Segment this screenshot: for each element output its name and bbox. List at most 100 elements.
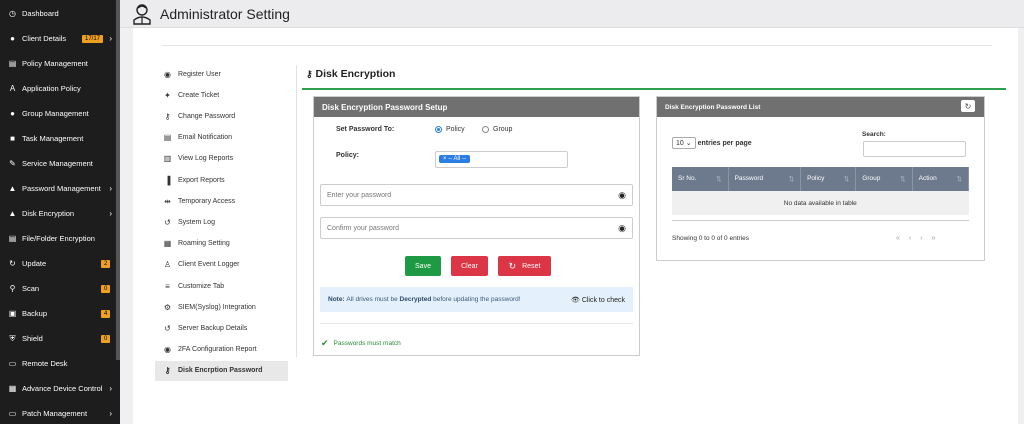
confirm-password-input[interactable]: Confirm your password ◉ bbox=[320, 217, 633, 239]
save-button[interactable]: Save bbox=[405, 256, 441, 276]
sidebar-item[interactable]: ⛨ Shield 0 bbox=[0, 326, 116, 351]
sidebar-item[interactable]: ↻ Update 2 bbox=[0, 251, 116, 276]
settings-menu-item[interactable]: ▤ Email Notification bbox=[155, 128, 288, 148]
clear-button[interactable]: Clear bbox=[451, 256, 488, 276]
validation-message: ✔ Passwords must match bbox=[321, 338, 401, 348]
sidebar-item-label: Task Management bbox=[22, 134, 84, 143]
settings-menu-item[interactable]: ▦ Roaming Setting bbox=[155, 234, 288, 254]
sidebar-item[interactable]: ● Group Management bbox=[0, 101, 116, 126]
sidebar-scrollbar[interactable] bbox=[116, 0, 120, 360]
settings-menu-item[interactable]: ⚷ Change Password bbox=[155, 106, 288, 126]
sidebar-item[interactable]: ▤ Policy Management bbox=[0, 51, 116, 76]
sidebar-item[interactable]: ▲ Password Management › bbox=[0, 176, 116, 201]
shield-icon: ⛨ bbox=[9, 333, 16, 343]
sidebar-item[interactable]: ▭ Remote Desk bbox=[0, 351, 116, 376]
sidebar-item[interactable]: ✎ Service Management bbox=[0, 151, 116, 176]
sidebar-item-label: Policy Management bbox=[22, 59, 88, 68]
search-input[interactable] bbox=[863, 141, 966, 157]
sort-icon: ⇅ bbox=[788, 176, 795, 183]
radio-policy[interactable]: Policy bbox=[435, 126, 465, 133]
monitor-icon: ▭ bbox=[8, 409, 17, 418]
sidebar-item-label: Application Policy bbox=[22, 84, 81, 93]
column-header[interactable]: Group ⇅ bbox=[855, 167, 913, 191]
pagination[interactable]: «‹›» bbox=[896, 235, 944, 242]
set-password-label: Set Password To: bbox=[336, 126, 395, 133]
policy-chip-all[interactable]: × -- All -- bbox=[439, 155, 470, 163]
settings-menu-item[interactable]: ◉ 2FA Configuration Report bbox=[155, 340, 288, 360]
sidebar-item[interactable]: A Application Policy bbox=[0, 76, 116, 101]
refresh-button[interactable]: ↻ bbox=[961, 100, 975, 112]
empty-table-message: No data available in table bbox=[672, 191, 969, 215]
column-header[interactable]: Action ⇅ bbox=[912, 167, 970, 191]
usb-icon: ⇹ bbox=[164, 196, 171, 206]
entries-length: 10 ⌄ entries per page bbox=[672, 137, 752, 149]
radio-dot[interactable] bbox=[482, 126, 489, 133]
chevron-right-icon: › bbox=[109, 384, 112, 393]
eye-icon: 👁 bbox=[570, 296, 580, 304]
reset-button[interactable]: ↻ Reset bbox=[498, 256, 551, 276]
dashboard-icon: ◷ bbox=[9, 9, 16, 18]
table-bottom-border bbox=[672, 220, 969, 221]
chevron-right-icon: › bbox=[109, 209, 112, 218]
count-badge: 17/17 bbox=[82, 34, 104, 43]
file-icon: ▤ bbox=[8, 59, 17, 68]
count-badge: 0 bbox=[101, 284, 111, 293]
count-badge: 2 bbox=[101, 259, 111, 268]
sidebar-item-label: Group Management bbox=[22, 109, 89, 118]
settings-menu-label: Create Ticket bbox=[178, 91, 220, 99]
settings-menu-label: SIEM(Syslog) Integration bbox=[178, 303, 256, 311]
sort-icon: ⇅ bbox=[843, 176, 850, 183]
sidebar-item[interactable]: ▭ Patch Management › bbox=[0, 401, 116, 424]
policy-select[interactable]: × -- All -- bbox=[435, 151, 568, 168]
sidebar-item[interactable]: ▦ Advance Device Control › bbox=[0, 376, 116, 401]
key-icon: ⚷ bbox=[164, 111, 171, 121]
settings-menu-item[interactable]: ▐ Export Reports bbox=[155, 170, 288, 190]
password-table: Sr No. ⇅ Password ⇅ Policy ⇅ Group ⇅ Action … bbox=[672, 167, 970, 215]
settings-menu-label: Disk Encrption Password bbox=[178, 367, 263, 375]
user-circle-icon: ◉ bbox=[164, 69, 171, 79]
eye-slash-icon[interactable]: ◉ bbox=[618, 190, 626, 201]
sidebar-item[interactable]: ▤ File/Folder Encryption bbox=[0, 226, 116, 251]
settings-menu-item[interactable]: ✦ Create Ticket bbox=[155, 85, 288, 105]
radio-dot-checked[interactable] bbox=[435, 126, 442, 133]
settings-menu-item[interactable]: ↺ System Log bbox=[155, 212, 288, 232]
settings-menu-label: Roaming Setting bbox=[178, 240, 230, 248]
sidebar-item[interactable]: ◷ Dashboard bbox=[0, 1, 116, 26]
settings-menu-label: Change Password bbox=[178, 112, 236, 120]
sidebar-item-label: Dashboard bbox=[22, 9, 59, 18]
policy-label: Policy: bbox=[336, 152, 359, 159]
column-header[interactable]: Sr No. ⇅ bbox=[672, 167, 729, 191]
wrench-icon: ✎ bbox=[9, 159, 16, 168]
password-input[interactable]: Enter your password ◉ bbox=[320, 184, 633, 206]
history-icon: ↺ bbox=[164, 217, 171, 227]
click-to-check-link[interactable]: 👁 Click to check bbox=[571, 296, 625, 304]
settings-menu-item[interactable]: ↺ Server Backup Details bbox=[155, 318, 288, 338]
settings-menu-item[interactable]: ♙ Client Event Logger bbox=[155, 255, 288, 275]
settings-menu-item[interactable]: ▥ View Log Reports bbox=[155, 149, 288, 169]
sidebar-item[interactable]: ⚲ Scan 0 bbox=[0, 276, 116, 301]
sidebar-item[interactable]: ● Client Details 17/17 › bbox=[0, 26, 116, 51]
column-header[interactable]: Policy ⇅ bbox=[800, 167, 857, 191]
settings-menu-item[interactable]: ⚙ SIEM(Syslog) Integration bbox=[155, 297, 288, 317]
settings-menu-item[interactable]: ⇹ Temporary Access bbox=[155, 191, 288, 211]
settings-menu-item[interactable]: ≡ Customize Tab bbox=[155, 276, 288, 296]
person-icon: ♙ bbox=[163, 260, 172, 270]
eye-slash-icon[interactable]: ◉ bbox=[618, 223, 626, 234]
history-icon: ↺ bbox=[164, 323, 171, 333]
sidebar-item-label: Remote Desk bbox=[22, 359, 68, 368]
column-header[interactable]: Password ⇅ bbox=[728, 167, 802, 191]
settings-menu-item[interactable]: ◉ Register User bbox=[155, 64, 288, 84]
sidebar-item[interactable]: ▲ Disk Encryption › bbox=[0, 201, 116, 226]
entries-select[interactable]: 10 ⌄ bbox=[672, 137, 696, 149]
ticket-icon: ✦ bbox=[164, 90, 171, 100]
sidebar-item[interactable]: ▣ Backup 4 bbox=[0, 301, 116, 326]
table-icon: ▦ bbox=[163, 239, 172, 249]
radio-group[interactable]: Group bbox=[482, 126, 512, 133]
chevron-right-icon: › bbox=[109, 184, 112, 193]
refresh-icon: ↻ bbox=[964, 101, 972, 111]
lock-icon: ▲ bbox=[8, 184, 17, 193]
settings-menu-item[interactable]: ⚷ Disk Encrption Password bbox=[155, 360, 288, 381]
sort-icon: ⇅ bbox=[716, 176, 722, 183]
header: Administrator Setting bbox=[120, 0, 1024, 28]
sidebar-item[interactable]: ■ Task Management bbox=[0, 126, 116, 151]
